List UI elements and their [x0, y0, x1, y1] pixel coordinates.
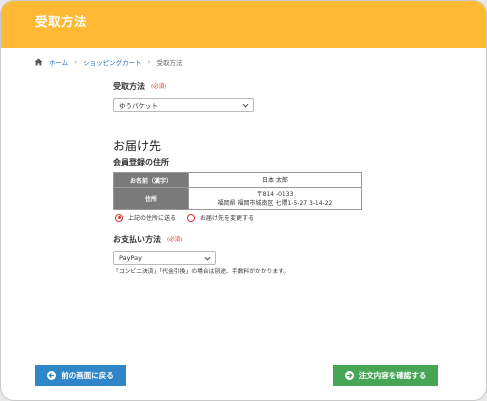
chevron-down-icon: [204, 256, 211, 261]
required-badge: (必須): [167, 237, 183, 243]
name-header: お名前（漢字）: [113, 172, 189, 188]
payment-method-select[interactable]: PayPay: [113, 251, 216, 265]
radio-same-address[interactable]: [115, 213, 123, 222]
receive-method-select[interactable]: ゆうパケット: [113, 98, 254, 112]
page-header: 受取方法: [1, 1, 486, 48]
radio-change-address-label[interactable]: お届け先を変更する: [200, 213, 254, 222]
home-icon[interactable]: [34, 58, 43, 66]
breadcrumb: ホーム › ショッピングカート › 受取方法: [34, 57, 182, 67]
breadcrumb-cart[interactable]: ショッピングカート: [83, 57, 142, 67]
address-table: お名前（漢字） 日本 太郎 住所 〒814 -0133 福岡県 福岡市城南区 七…: [113, 172, 362, 210]
member-address-heading: 会員登録の住所: [113, 158, 169, 167]
confirm-order-button-label: 注文内容を確認する: [358, 371, 427, 380]
name-value: 日本 太郎: [188, 172, 362, 188]
delivery-heading: お届け先: [113, 139, 162, 153]
chevron-down-icon: [242, 103, 249, 108]
receive-method-label: 受取方法 (必須): [113, 81, 166, 92]
address-header: 住所: [113, 187, 189, 210]
address-value: 〒814 -0133 福岡県 福岡市城南区 七隈1-5-27 3-14-22: [188, 187, 362, 210]
payment-method-label: お支払い方法 (必須): [113, 234, 182, 245]
delivery-option-group: 上記の住所に送る お届け先を変更する: [115, 213, 265, 222]
breadcrumb-separator: ›: [74, 58, 78, 66]
table-row: お名前（漢字） 日本 太郎: [113, 172, 362, 188]
page-frame: 受取方法 ホーム › ショッピングカート › 受取方法 受取方法 (必須) ゆうパ…: [0, 0, 487, 401]
receive-method-value: ゆうパケット: [119, 102, 158, 110]
breadcrumb-separator: ›: [147, 58, 151, 66]
radio-same-address-label[interactable]: 上記の住所に送る: [128, 213, 176, 222]
payment-fee-note: 「コンビニ決済」「代金引換」の場合は別途、手数料がかかります。: [113, 269, 290, 275]
required-badge: (必須): [151, 84, 167, 90]
table-row: 住所 〒814 -0133 福岡県 福岡市城南区 七隈1-5-27 3-14-2…: [113, 187, 362, 210]
arrow-left-circle-icon: [47, 371, 57, 380]
breadcrumb-home[interactable]: ホーム: [49, 57, 68, 67]
page-title: 受取方法: [35, 14, 88, 29]
radio-change-address[interactable]: [187, 213, 196, 222]
arrow-right-circle-icon: [344, 371, 354, 380]
payment-method-label-text: お支払い方法: [113, 235, 161, 244]
address-line: 福岡県 福岡市城南区 七隈1-5-27 3-14-22: [217, 199, 333, 207]
payment-method-value: PayPay: [119, 254, 142, 262]
breadcrumb-current: 受取方法: [156, 59, 183, 67]
receive-method-label-text: 受取方法: [113, 82, 145, 91]
back-button-label: 前の画面に戻る: [61, 371, 114, 380]
back-button[interactable]: 前の画面に戻る: [35, 365, 126, 386]
confirm-order-button[interactable]: 注文内容を確認する: [333, 365, 438, 386]
postal-code: 〒814 -0133: [256, 190, 294, 198]
